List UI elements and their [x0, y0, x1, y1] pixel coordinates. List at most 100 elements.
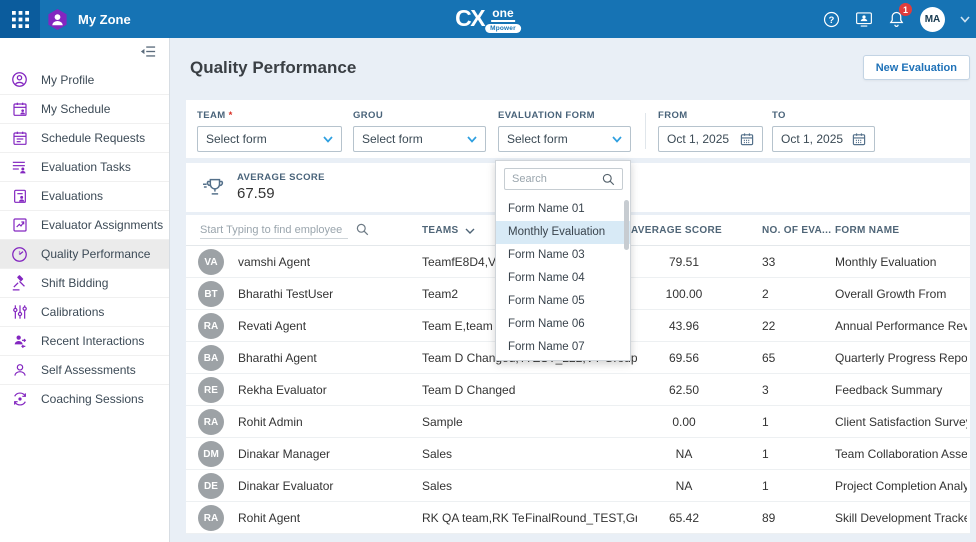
dropdown-option[interactable]: Form Name 06 [496, 313, 630, 336]
required-asterisk: * [229, 110, 233, 121]
sidebar: My Profile My Schedule S [0, 38, 170, 542]
sidebar-item-label: Self Assessments [41, 363, 136, 377]
avatar: DE [198, 473, 224, 499]
sidebar-item-quality-performance[interactable]: Quality Performance [0, 239, 169, 268]
avatar: BA [198, 345, 224, 371]
team-select[interactable]: Select form [197, 126, 342, 152]
chevron-down-icon [465, 228, 475, 234]
help-button[interactable]: ? [823, 11, 840, 28]
notification-count-badge: 1 [899, 3, 912, 16]
column-header-no-of-evaluations[interactable]: NO. OF EVA... [762, 225, 831, 236]
sidebar-item-evaluations[interactable]: Evaluations [0, 181, 169, 210]
table-row[interactable]: DM Dinakar Manager Sales NA 1 Team Colla… [186, 438, 970, 470]
form-name-cell: Client Satisfaction Survey [835, 415, 967, 429]
page-title: Quality Performance [190, 58, 356, 78]
svg-text:?: ? [829, 14, 835, 24]
sidebar-item-label: Schedule Requests [41, 131, 145, 145]
average-score-cell: 0.00 [654, 415, 714, 429]
sidebar-item-coaching-sessions[interactable]: Coaching Sessions [0, 384, 169, 413]
column-header-average-score[interactable]: AVERAGE SCORE [631, 225, 722, 236]
new-evaluation-button[interactable]: New Evaluation [863, 55, 970, 80]
avatar: RA [198, 505, 224, 531]
evaluation-count-cell: 2 [762, 287, 812, 301]
table-row[interactable]: RE Rekha Evaluator Team D Changed 62.50 … [186, 374, 970, 406]
dropdown-option[interactable]: Form Name 05 [496, 290, 630, 313]
dropdown-option[interactable]: Form Name 04 [496, 267, 630, 290]
teams-cell: Sales [422, 479, 524, 493]
profile-icon [11, 71, 28, 88]
sidebar-item-evaluator-assignments[interactable]: Evaluator Assignments [0, 210, 169, 239]
employee-name: Rohit Admin [238, 415, 408, 429]
sidebar-item-label: My Profile [41, 73, 94, 87]
evaluation-count-cell: 89 [762, 511, 812, 525]
dropdown-scrollbar[interactable] [624, 200, 629, 250]
groups-cell: FinalRound_TEST,Gr... [525, 511, 637, 525]
form-name-cell: Feedback Summary [835, 383, 967, 397]
evaluation-form-select-value: Select form [507, 132, 568, 146]
avatar: RE [198, 377, 224, 403]
average-score-cell: 69.56 [654, 351, 714, 365]
dropdown-option[interactable]: Form Name 03 [496, 244, 630, 267]
from-date-value: Oct 1, 2025 [667, 132, 729, 146]
from-date-filter: FROM Oct 1, 2025 [658, 110, 763, 152]
help-icon: ? [823, 11, 840, 28]
evaluation-form-filter-label: EVALUATION FORM [498, 110, 631, 121]
evaluation-form-select[interactable]: Select form [498, 126, 631, 152]
group-select[interactable]: Select form [353, 126, 486, 152]
teams-cell: Sample [422, 415, 524, 429]
screen-share-button[interactable] [855, 11, 873, 28]
chevron-down-icon [323, 136, 333, 143]
column-header-teams[interactable]: TEAMS [422, 225, 475, 236]
dropdown-option[interactable]: Form Name 01 [496, 198, 630, 221]
top-bar-actions: ? 1 MA [823, 0, 970, 38]
sidebar-item-label: Evaluations [41, 189, 103, 203]
avatar: BT [198, 281, 224, 307]
column-header-form-name[interactable]: FORM NAME [835, 225, 899, 236]
evaluation-form-filter: EVALUATION FORM Select form [498, 110, 631, 152]
sidebar-item-label: Evaluator Assignments [41, 218, 163, 232]
sidebar-item-label: Coaching Sessions [41, 392, 144, 406]
average-score-label: AVERAGE SCORE [237, 172, 325, 183]
from-date-input[interactable]: Oct 1, 2025 [658, 126, 763, 152]
sidebar-item-evaluation-tasks[interactable]: Evaluation Tasks [0, 152, 169, 181]
sidebar-item-shift-bidding[interactable]: Shift Bidding [0, 268, 169, 297]
average-score-cell: 65.42 [654, 511, 714, 525]
to-date-filter: TO Oct 1, 2025 [772, 110, 875, 152]
avatar: VA [198, 249, 224, 275]
sidebar-item-self-assessments[interactable]: Self Assessments [0, 355, 169, 384]
form-name-cell: Annual Performance Rev... [835, 319, 967, 333]
sidebar-item-recent-interactions[interactable]: Recent Interactions [0, 326, 169, 355]
form-name-cell: Project Completion Analy... [835, 479, 967, 493]
dropdown-option-selected[interactable]: Monthly Evaluation [496, 221, 630, 244]
user-avatar[interactable]: MA [920, 7, 945, 32]
table-row[interactable]: DE Dinakar Evaluator Sales NA 1 Project … [186, 470, 970, 502]
notifications-button[interactable]: 1 [888, 10, 905, 28]
search-icon [356, 223, 369, 241]
product-switcher[interactable]: My Zone [46, 0, 131, 38]
gavel-icon [11, 275, 28, 292]
app-launcher-button[interactable] [0, 0, 40, 38]
sidebar-nav: My Profile My Schedule S [0, 65, 169, 413]
form-name-cell: Quarterly Progress Report [835, 351, 967, 365]
employee-name: Rohit Agent [238, 511, 408, 525]
sidebar-item-my-schedule[interactable]: My Schedule [0, 94, 169, 123]
table-row[interactable]: RA Rohit Agent RK QA team,RK Team,Rohi..… [186, 502, 970, 534]
sidebar-item-calibrations[interactable]: Calibrations [0, 297, 169, 326]
sidebar-collapse-button[interactable] [140, 45, 156, 63]
sidebar-item-my-profile[interactable]: My Profile [0, 65, 169, 94]
table-row[interactable]: RA Rohit Admin Sample 0.00 1 Client Sati… [186, 406, 970, 438]
sidebar-item-schedule-requests[interactable]: Schedule Requests [0, 123, 169, 152]
group-filter: GROU Select form [353, 110, 486, 152]
to-date-input[interactable]: Oct 1, 2025 [772, 126, 875, 152]
dropdown-option[interactable]: Form Name 07 [496, 336, 630, 359]
employee-search-input[interactable] [200, 222, 348, 239]
user-menu-chevron-icon[interactable] [960, 16, 970, 23]
employee-name: Rekha Evaluator [238, 383, 408, 397]
sidebar-item-label: Evaluation Tasks [41, 160, 131, 174]
average-score-cell: NA [654, 479, 714, 493]
filter-divider [645, 113, 646, 149]
recent-interactions-icon [11, 333, 28, 349]
form-name-cell: Skill Development Tracker [835, 511, 967, 525]
search-icon [602, 173, 615, 191]
group-select-value: Select form [362, 132, 423, 146]
